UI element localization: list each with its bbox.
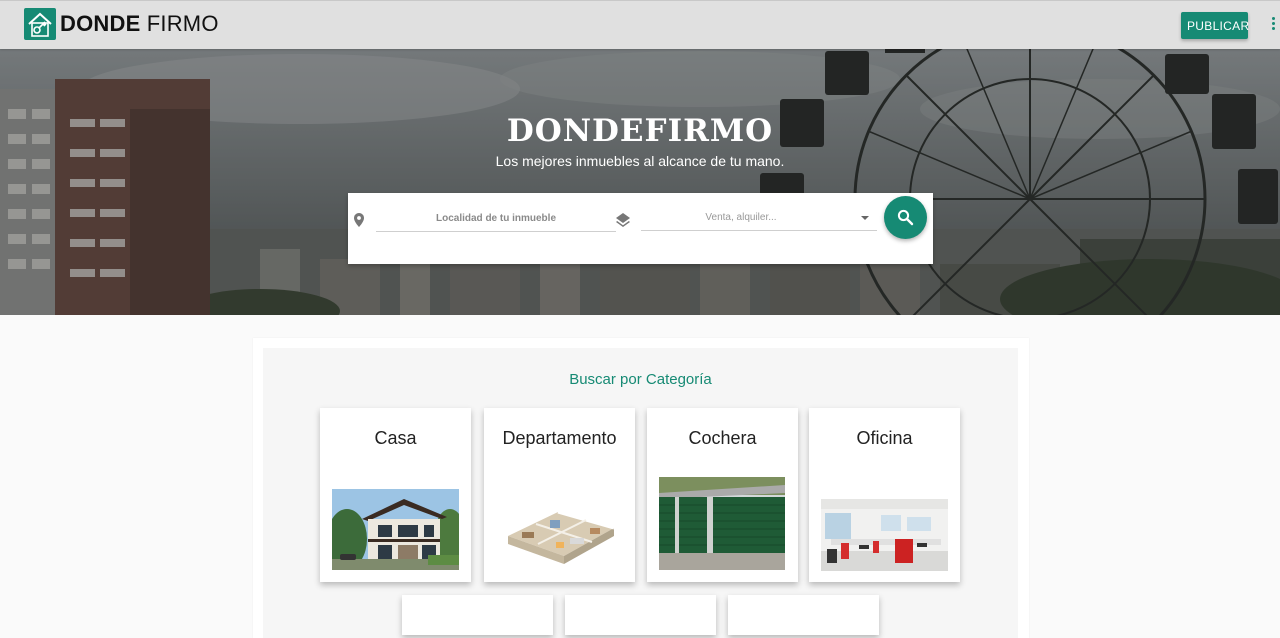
hero-subtitle: Los mejores inmuebles al alcance de tu m… (495, 153, 785, 169)
category-section-title: Buscar por Categoría (569, 371, 712, 388)
brand-name-bold: DONDE (60, 11, 141, 36)
category-card-partial[interactable] (402, 595, 553, 635)
search-form: Venta, alquiler... (348, 193, 933, 264)
hero-title: DONDEFIRMO (506, 113, 774, 149)
search-button[interactable] (884, 196, 927, 239)
category-label: Oficina (856, 428, 913, 448)
top-app-bar: DONDE FIRMO PUBLICAR (0, 0, 1280, 49)
brand-logo[interactable]: DONDE FIRMO (24, 8, 219, 40)
category-card-partial[interactable] (565, 595, 716, 635)
category-label: Cochera (688, 428, 757, 448)
brand-name: DONDE FIRMO (60, 8, 219, 40)
operation-select-placeholder: Venta, alquiler... (705, 212, 777, 223)
house-image (332, 489, 459, 570)
apartment-floorplan-image (498, 498, 622, 568)
category-section: Buscar por Categoría Casa Departamento C… (253, 338, 1029, 638)
category-card-departamento[interactable]: Departamento (484, 408, 635, 582)
dropdown-arrow-icon (861, 216, 869, 220)
category-panel: Buscar por Categoría Casa Departamento C… (263, 348, 1018, 638)
hero-banner: DONDEFIRMO Los mejores inmuebles al alca… (0, 49, 1280, 315)
location-pin-icon (354, 213, 364, 227)
operation-select[interactable]: Venta, alquiler... (641, 205, 877, 231)
key-house-icon (24, 8, 56, 40)
office-image (821, 499, 948, 571)
category-card-cochera[interactable]: Cochera (647, 408, 798, 582)
search-icon (897, 209, 914, 226)
layers-icon (616, 213, 630, 227)
publish-button[interactable]: PUBLICAR (1181, 12, 1249, 39)
category-label: Departamento (502, 428, 617, 448)
category-label: Casa (374, 428, 417, 448)
location-input[interactable] (376, 205, 616, 232)
hero-overlay (0, 49, 1280, 315)
category-card-partial[interactable] (728, 595, 879, 635)
category-card-casa[interactable]: Casa (320, 408, 471, 582)
category-card-oficina[interactable]: Oficina (809, 408, 960, 582)
more-vertical-icon[interactable] (1268, 17, 1278, 35)
brand-name-light: FIRMO (146, 11, 219, 36)
garage-image (659, 477, 785, 570)
